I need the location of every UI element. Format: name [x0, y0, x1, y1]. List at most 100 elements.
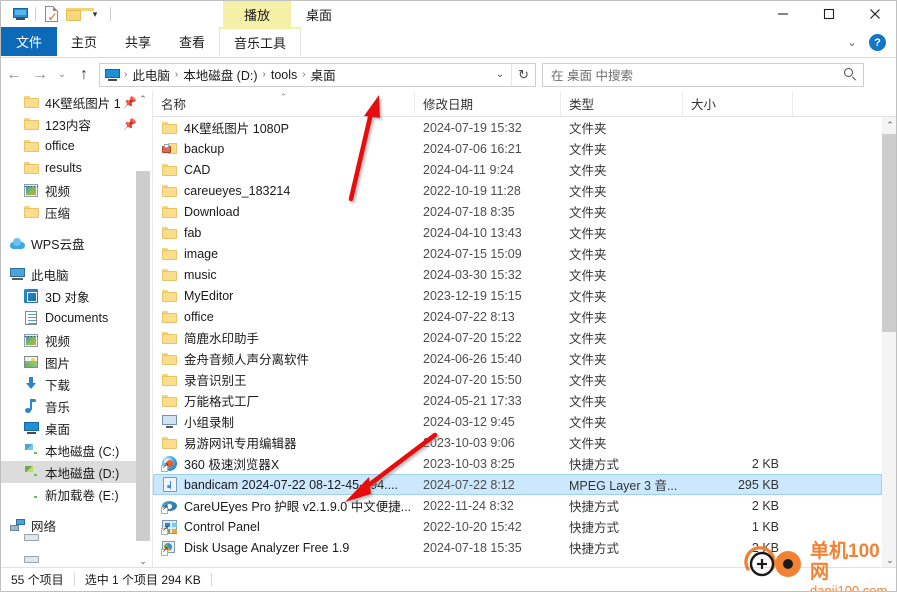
table-row[interactable]: backup 2024-07-06 16:21 文件夹 — [153, 138, 882, 159]
table-row[interactable]: 简鹿水印助手 2024-07-20 15:22 文件夹 — [153, 327, 882, 348]
cell-date: 2024-05-21 17:33 — [423, 393, 522, 408]
nav-scrollbar-thumb[interactable] — [136, 171, 150, 541]
column-header-label: 大小 — [691, 98, 717, 112]
address-breadcrumb-field[interactable]: › 此电脑 › 本地磁盘 (D:) › tools › 桌面 ⌄ ↻ — [99, 62, 536, 87]
table-row[interactable]: Disk Usage Analyzer Free 1.9 2024-07-18 … — [153, 537, 882, 558]
sidebar-item-local-disk-d[interactable]: 本地磁盘 (D:) — [1, 461, 137, 563]
column-header-row: ⌃ 名称 修改日期 类型 大小 — [153, 91, 896, 117]
cell-type: 文件夹 — [569, 332, 607, 346]
sidebar-item-compressed[interactable]: 压缩 — [1, 201, 137, 223]
sidebar-item-office[interactable]: office — [1, 135, 137, 157]
navigation-pane-scrollbar[interactable]: ⌃ ⌄ — [136, 91, 150, 569]
table-row[interactable]: 小组录制 2024-03-12 9:45 文件夹 — [153, 411, 882, 432]
recent-locations-caret-icon[interactable]: ⌄ — [53, 62, 71, 88]
sidebar-item-music[interactable]: 音乐 — [1, 395, 137, 417]
column-header-date-modified[interactable]: 修改日期 — [415, 91, 561, 117]
cell-type: 文件夹 — [569, 122, 607, 136]
table-row[interactable]: music 2024-03-30 15:32 文件夹 — [153, 264, 882, 285]
file-name: bandicam 2024-07-22 08-12-45-194.... — [184, 477, 399, 492]
folder-icon — [161, 121, 178, 134]
cell-type: 文件夹 — [569, 353, 607, 367]
table-row[interactable]: CAD 2024-04-11 9:24 文件夹 — [153, 159, 882, 180]
sidebar-item-local-disk-c[interactable]: 本地磁盘 (C:) — [1, 439, 137, 541]
cell-size — [683, 264, 793, 285]
cell-type: 文件夹 — [569, 185, 607, 199]
cell-date: 2024-07-06 16:21 — [423, 141, 522, 156]
table-row[interactable]: 金舟音频人声分离软件 2024-06-26 15:40 文件夹 — [153, 348, 882, 369]
tab-music-tools[interactable]: 音乐工具 — [219, 27, 302, 56]
table-row[interactable]: 4K壁纸图片 1080P 2024-07-19 15:32 文件夹 — [153, 117, 882, 138]
sidebar-item-desktop[interactable]: 桌面 — [1, 417, 137, 439]
new-folder-icon[interactable] — [62, 3, 94, 25]
maximize-button[interactable] — [806, 1, 852, 27]
file-scrollbar-thumb[interactable] — [882, 134, 896, 332]
sidebar-item-3d-objects[interactable]: 3D 对象 — [1, 285, 137, 307]
sidebar-item-videos-quick[interactable]: 视频 — [1, 179, 137, 201]
table-row[interactable]: MyEditor 2023-12-19 15:15 文件夹 — [153, 285, 882, 306]
cell-type: 文件夹 — [569, 269, 607, 283]
table-row[interactable]: 录音识别王 2024-07-20 15:50 文件夹 — [153, 369, 882, 390]
breadcrumb-item-0[interactable]: 此电脑 — [129, 65, 173, 84]
sidebar-item-documents[interactable]: Documents — [1, 307, 137, 329]
table-row[interactable]: Control Panel 2022-10-20 15:42 快捷方式 1 KB — [153, 516, 882, 537]
cell-size — [683, 348, 793, 369]
table-row[interactable]: careueyes_183214 2022-10-19 11:28 文件夹 — [153, 180, 882, 201]
minimize-button[interactable] — [760, 1, 806, 27]
table-row[interactable]: bandicam 2024-07-22 08-12-45-194.... 202… — [153, 474, 882, 495]
breadcrumb-sep-3: › — [302, 69, 306, 80]
sidebar-item-123content[interactable]: 123内容 📌 — [1, 113, 137, 135]
sidebar-item-4k-wallpaper[interactable]: 4K壁纸图片 1 📌 — [1, 91, 137, 113]
sidebar-item-this-pc[interactable]: 此电脑 — [1, 263, 137, 285]
tab-home[interactable]: 主页 — [57, 27, 111, 56]
sidebar-item-network[interactable]: 网络 — [1, 514, 137, 536]
window-title: 桌面 — [306, 7, 333, 23]
address-dropdown-caret-icon[interactable]: ⌄ — [489, 69, 511, 80]
sidebar-item-videos[interactable]: 视频 — [1, 329, 137, 351]
close-button[interactable] — [852, 1, 896, 27]
sidebar-item-pictures[interactable]: 图片 — [1, 351, 137, 373]
back-button[interactable]: ← — [1, 62, 27, 88]
forward-button[interactable]: → — [27, 62, 53, 88]
table-row[interactable]: office 2024-07-22 8:13 文件夹 — [153, 306, 882, 327]
chevron-down-icon[interactable]: ⌄ — [839, 30, 865, 56]
search-input[interactable]: 在 桌面 中搜索 — [542, 62, 864, 87]
nav-scroll-up-button[interactable]: ⌃ — [136, 91, 150, 107]
file-scroll-up-button[interactable]: ⌃ — [882, 117, 896, 134]
tab-view[interactable]: 查看 — [165, 27, 219, 56]
shortcut-overlay-icon — [161, 546, 169, 556]
table-row[interactable]: 万能格式工厂 2024-05-21 17:33 文件夹 — [153, 390, 882, 411]
breadcrumb-item-3[interactable]: 桌面 — [308, 65, 339, 84]
breadcrumb-item-1[interactable]: 本地磁盘 (D:) — [180, 65, 260, 84]
sidebar-item-downloads[interactable]: 下载 — [1, 373, 137, 395]
column-header-type[interactable]: 类型 — [561, 91, 683, 117]
sidebar-gap-2 — [1, 254, 137, 263]
column-header-name[interactable]: ⌃ 名称 — [153, 91, 415, 117]
table-row[interactable]: fab 2024-04-10 13:43 文件夹 — [153, 222, 882, 243]
help-icon[interactable]: ? — [869, 34, 886, 51]
table-row[interactable]: image 2024-07-15 15:09 文件夹 — [153, 243, 882, 264]
file-list-scrollbar[interactable]: ⌃ ⌄ — [882, 117, 896, 569]
navigation-pane: 4K壁纸图片 1 📌 123内容 📌 office results 视频 压缩 … — [1, 91, 153, 569]
table-row[interactable]: 易游网讯专用编辑器 2023-10-03 9:06 文件夹 — [153, 432, 882, 453]
table-row[interactable]: CareUEyes Pro 护眼 v2.1.9.0 中文便捷... 2022-1… — [153, 495, 882, 516]
properties-icon[interactable] — [9, 3, 31, 25]
column-header-size[interactable]: 大小 — [683, 91, 793, 117]
refresh-icon[interactable]: ↻ — [511, 63, 535, 86]
pin-icon[interactable]: 📌 — [123, 96, 137, 109]
search-icon[interactable] — [844, 68, 857, 81]
sidebar-item-new-volume-e[interactable]: 新加载卷 (E:) — [1, 483, 137, 505]
file-name: 金舟音频人声分离软件 — [184, 353, 310, 367]
new-item-icon[interactable]: ✓ — [40, 3, 62, 25]
table-row[interactable]: 360 极速浏览器X 2023-10-03 8:25 快捷方式 2 KB — [153, 453, 882, 474]
pin-icon[interactable]: 📌 — [123, 118, 137, 131]
sidebar-item-wps-cloud[interactable]: WPS云盘 — [1, 232, 137, 254]
tab-file[interactable]: 文件 — [1, 27, 57, 56]
tab-share[interactable]: 共享 — [111, 27, 165, 56]
sidebar-item-results[interactable]: results — [1, 157, 137, 179]
up-button[interactable]: ↑ — [71, 62, 97, 88]
cell-name: 简鹿水印助手 — [153, 327, 415, 348]
breadcrumb-item-2[interactable]: tools — [268, 68, 300, 82]
table-row[interactable]: Download 2024-07-18 8:35 文件夹 — [153, 201, 882, 222]
customize-qat-caret-icon[interactable]: ▾ — [84, 3, 106, 25]
file-name: Disk Usage Analyzer Free 1.9 — [184, 540, 350, 555]
